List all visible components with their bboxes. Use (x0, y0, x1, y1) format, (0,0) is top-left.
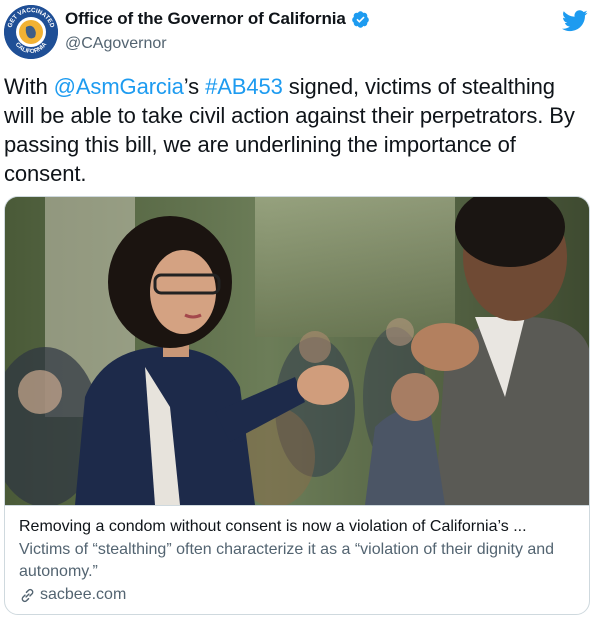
avatar-badge-icon: GET VACCINATED CALIFORNIA (4, 5, 58, 59)
hashtag-link[interactable]: #AB453 (205, 74, 283, 99)
twitter-bird-icon[interactable] (562, 10, 588, 32)
verified-badge-icon (351, 10, 369, 28)
avatar[interactable]: GET VACCINATED CALIFORNIA (4, 5, 58, 59)
card-domain[interactable]: sacbee.com (19, 586, 577, 604)
handle[interactable]: @CAgovernor (65, 35, 167, 53)
link-icon (21, 588, 34, 602)
tweet-text-part: ’s (183, 74, 206, 99)
link-card[interactable]: Removing a condom without consent is now… (4, 196, 590, 615)
display-name[interactable]: Office of the Governor of California (65, 9, 346, 29)
card-photo (5, 197, 589, 505)
card-image[interactable] (5, 197, 589, 505)
mention-link[interactable]: @AsmGarcia (54, 74, 184, 99)
card-domain-text: sacbee.com (40, 586, 127, 603)
tweet-container: GET VACCINATED CALIFORNIA Office of the … (0, 0, 596, 619)
name-row: Office of the Governor of California (65, 9, 370, 29)
card-body[interactable]: Removing a condom without consent is now… (5, 505, 589, 614)
tweet-header: GET VACCINATED CALIFORNIA Office of the … (0, 0, 596, 60)
card-title[interactable]: Removing a condom without consent is now… (19, 516, 577, 537)
card-description: Victims of “stealthing” often characteri… (19, 541, 555, 580)
tweet-text: With @AsmGarcia’s #AB453 signed, victims… (4, 72, 590, 188)
tweet-text-part: With (4, 74, 54, 99)
